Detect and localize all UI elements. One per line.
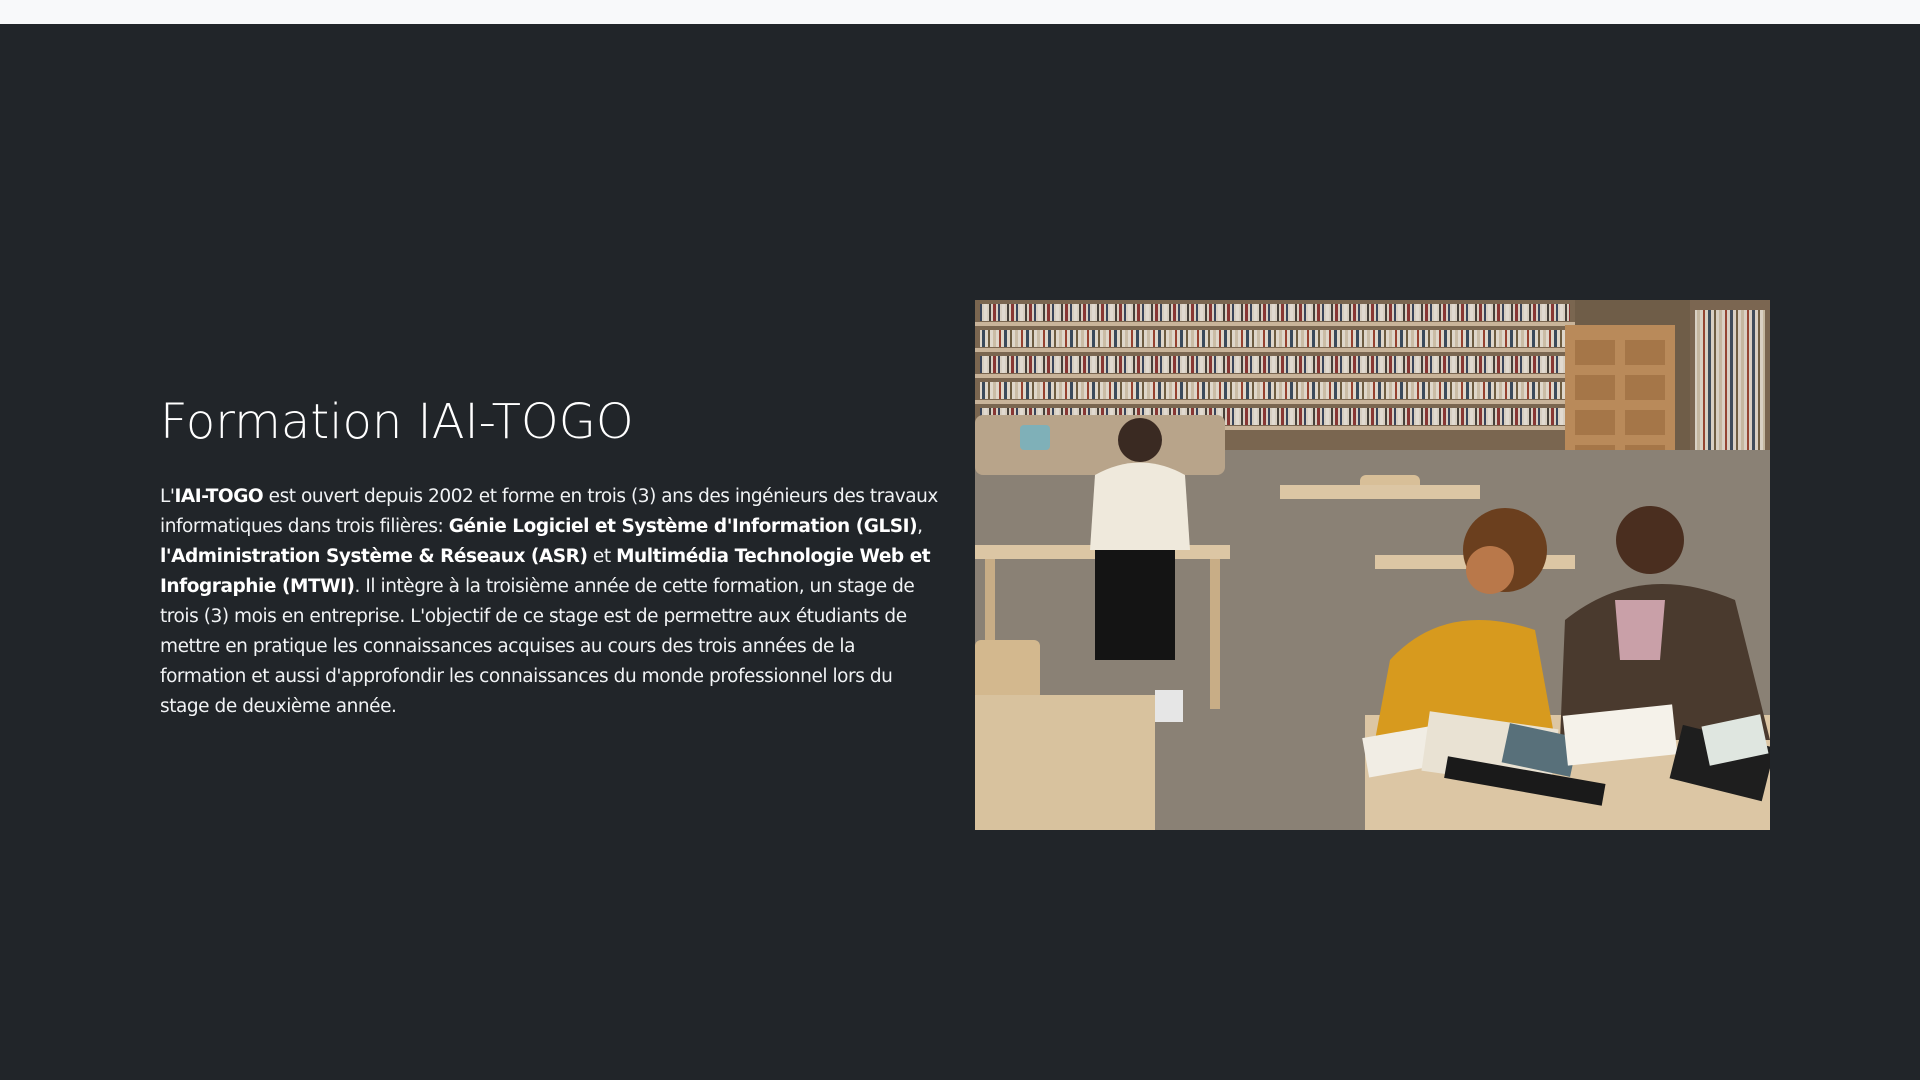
formation-description: L'IAI-TOGO est ouvert depuis 2002 et for… (160, 482, 940, 722)
library-students-photo (975, 300, 1770, 830)
page-title: Formation IAI-TOGO (160, 394, 634, 450)
para-seg-bold: IAI-TOGO (174, 486, 264, 507)
para-seg: . Il intègre à la troisième année de cet… (160, 576, 915, 717)
para-seg: , (917, 516, 923, 537)
para-seg: L' (160, 486, 175, 507)
para-seg: et (587, 546, 617, 567)
para-seg-bold: l'Administration Système & Réseaux (ASR) (160, 546, 588, 567)
para-seg-bold: Génie Logiciel et Système d'Information … (448, 516, 918, 537)
top-navbar (0, 0, 1920, 24)
